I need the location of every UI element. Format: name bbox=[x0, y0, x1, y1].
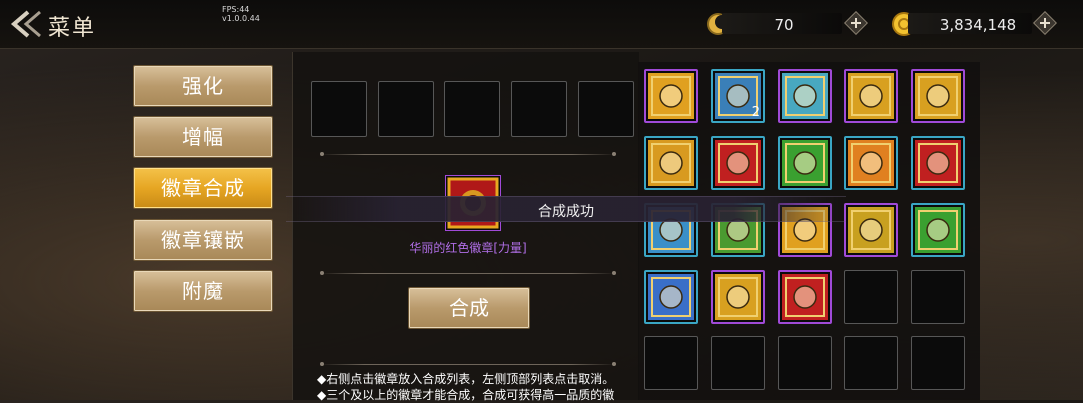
menu-strengthen-button[interactable]: 强化 bbox=[133, 65, 273, 107]
toast-text: 合成成功 bbox=[538, 204, 594, 220]
menu-title: 菜单 bbox=[48, 16, 97, 41]
back-button[interactable]: 菜单 bbox=[0, 0, 120, 48]
version-label: v1.0.0.44 bbox=[222, 14, 260, 23]
empty-badge-cell[interactable] bbox=[911, 270, 965, 324]
badge-cell[interactable] bbox=[644, 270, 698, 324]
currency-b: 3,834,148 bbox=[890, 10, 1058, 37]
badge-cell[interactable] bbox=[778, 69, 832, 123]
silver-face-badge-icon bbox=[915, 73, 961, 119]
badge-cell[interactable] bbox=[911, 69, 965, 123]
badge-cell[interactable] bbox=[844, 203, 898, 257]
empty-badge-cell[interactable] bbox=[844, 270, 898, 324]
tips: ◆右侧点击徽章放入合成列表，左侧顶部列表点击取消。 ◆三个及以上的徽章才能合成，… bbox=[317, 371, 647, 403]
result-badge-name: 华丽的红色徽章[力量] bbox=[409, 241, 527, 255]
badge-cell[interactable] bbox=[644, 136, 698, 190]
badge-cell[interactable] bbox=[711, 136, 765, 190]
badge-cell[interactable] bbox=[911, 136, 965, 190]
currency-b-value: 3,834,148 bbox=[939, 16, 1017, 34]
compose-slot[interactable] bbox=[378, 81, 434, 137]
blue-shield-badge-icon bbox=[648, 274, 694, 320]
gold-figure-badge-icon bbox=[648, 73, 694, 119]
gold-figure-badge-icon bbox=[648, 140, 694, 186]
red-gold-crown-badge-icon bbox=[848, 73, 894, 119]
badge-count: 2 bbox=[751, 105, 760, 120]
cyan-target-badge-icon bbox=[782, 73, 828, 119]
green-gold-cross-badge-icon bbox=[848, 207, 894, 253]
badge-cell[interactable]: 2 bbox=[711, 69, 765, 123]
green-target-badge-icon bbox=[915, 207, 961, 253]
badge-cell[interactable] bbox=[844, 69, 898, 123]
divider bbox=[320, 362, 616, 366]
top-bar: 菜单 FPS:44 v1.0.0.44 70 3,834,148 bbox=[0, 0, 1083, 49]
empty-badge-cell[interactable] bbox=[644, 336, 698, 390]
fps-info: FPS:44 v1.0.0.44 bbox=[222, 5, 260, 23]
compose-slot[interactable] bbox=[578, 81, 634, 137]
back-arrow-icon bbox=[10, 10, 41, 38]
badge-cell[interactable] bbox=[911, 203, 965, 257]
add-currency-a-button[interactable] bbox=[844, 11, 868, 35]
green-heart-badge-icon bbox=[782, 140, 828, 186]
success-toast: 合成成功 bbox=[286, 196, 846, 222]
badge-cell[interactable] bbox=[778, 136, 832, 190]
tip-line: ◆右侧点击徽章放入合成列表，左侧顶部列表点击取消。 bbox=[317, 372, 615, 386]
empty-badge-cell[interactable] bbox=[844, 336, 898, 390]
menu-badge-inlay-button[interactable]: 徽章镶嵌 bbox=[133, 219, 273, 261]
badge-cell[interactable] bbox=[844, 136, 898, 190]
badge-cell[interactable] bbox=[711, 270, 765, 324]
orange-heart-badge-icon bbox=[848, 140, 894, 186]
plus-icon bbox=[844, 11, 868, 35]
empty-badge-cell[interactable] bbox=[778, 336, 832, 390]
menu-badge-compose-button[interactable]: 徽章合成 bbox=[133, 167, 273, 209]
add-currency-b-button[interactable] bbox=[1033, 11, 1057, 35]
badge-cell[interactable] bbox=[644, 69, 698, 123]
compose-button[interactable]: 合成 bbox=[408, 287, 530, 329]
fps-counter: FPS:44 bbox=[222, 5, 250, 14]
red-eye-badge-icon bbox=[715, 140, 761, 186]
currency-a: 70 bbox=[704, 10, 868, 37]
compose-slot[interactable] bbox=[511, 81, 567, 137]
plus-icon bbox=[1033, 11, 1057, 35]
red-eye-badge-icon bbox=[915, 140, 961, 186]
red-gold-orb-badge-icon bbox=[782, 274, 828, 320]
divider bbox=[320, 271, 616, 275]
menu-amplify-button[interactable]: 增幅 bbox=[133, 116, 273, 158]
divider bbox=[320, 152, 616, 156]
badge-cell[interactable] bbox=[778, 270, 832, 324]
menu-enchant-button[interactable]: 附魔 bbox=[133, 270, 273, 312]
empty-badge-cell[interactable] bbox=[911, 336, 965, 390]
empty-badge-cell[interactable] bbox=[711, 336, 765, 390]
compose-slot[interactable] bbox=[311, 81, 367, 137]
compose-slot[interactable] bbox=[444, 81, 500, 137]
currency-a-value: 70 bbox=[774, 16, 794, 34]
tip-line: ◆三个及以上的徽章才能合成，合成可获得高一品质的徽 bbox=[317, 388, 615, 402]
gold-sword-badge-icon bbox=[715, 274, 761, 320]
